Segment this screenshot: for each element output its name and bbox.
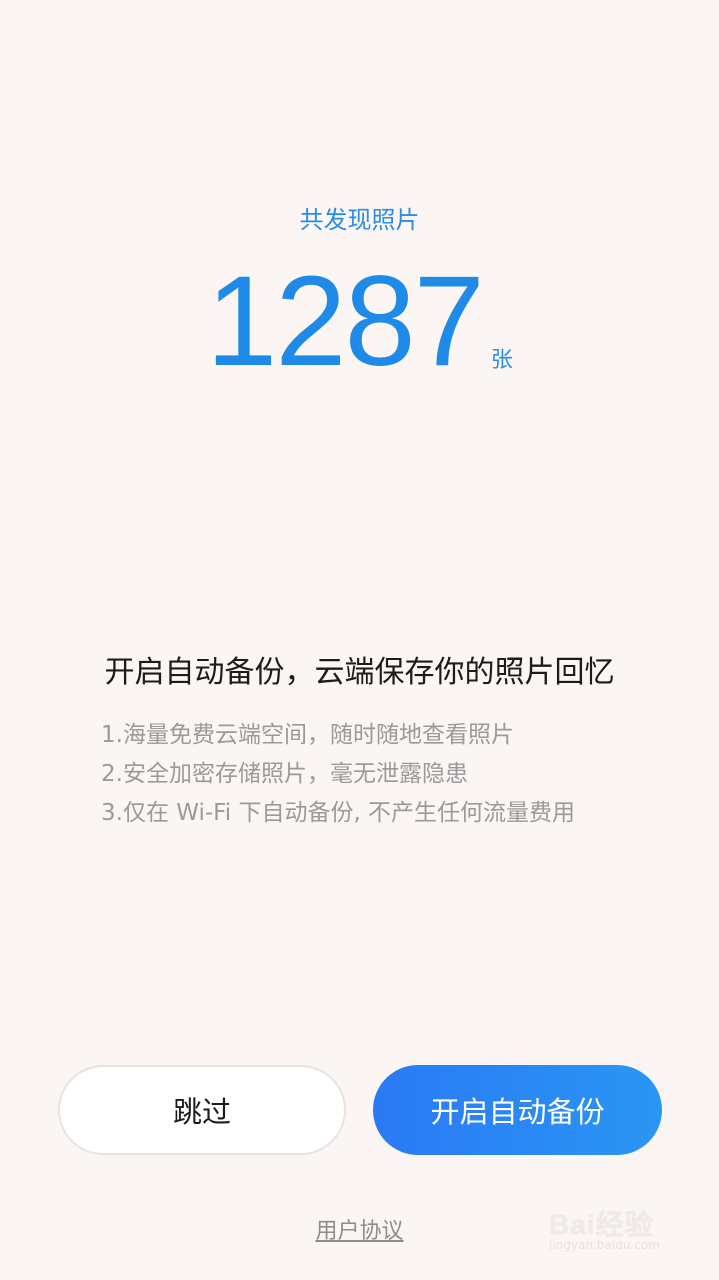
- user-agreement-link[interactable]: 用户协议: [315, 1219, 403, 1244]
- photo-count-number: 1287: [206, 250, 485, 393]
- feature-item: 2.安全加密存储照片，毫无泄露隐患: [101, 761, 468, 787]
- photos-found-label: 共发现照片: [299, 206, 420, 234]
- feature-item: 3.仅在 Wi-Fi 下自动备份, 不产生任何流量费用: [101, 800, 576, 826]
- backup-headline: 开启自动备份，云端保存你的照片回忆: [104, 655, 615, 690]
- photo-count-unit: 张: [490, 348, 513, 373]
- watermark-url: jingyan.baidu.com: [549, 1238, 660, 1252]
- feature-item: 1.海量免费云端空间，随时随地查看照片: [101, 722, 514, 748]
- feature-list: 1.海量免费云端空间，随时随地查看照片 2.安全加密存储照片，毫无泄露隐患 3.…: [101, 716, 681, 833]
- skip-button[interactable]: 跳过: [58, 1065, 346, 1155]
- enable-auto-backup-button[interactable]: 开启自动备份: [373, 1065, 662, 1155]
- watermark-logo: Bai经验 jingyan.baidu.com: [549, 1203, 679, 1258]
- watermark-logo-text: Bai经验: [549, 1209, 654, 1240]
- photo-count-display: 1287 张: [0, 258, 719, 386]
